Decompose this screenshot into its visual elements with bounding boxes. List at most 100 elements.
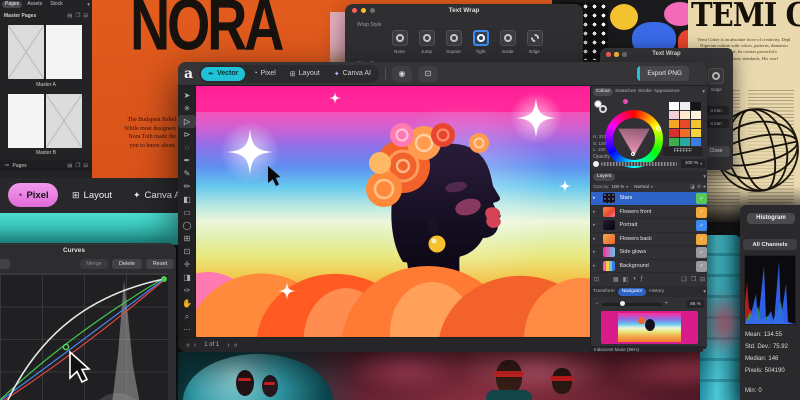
persona-pixel-active[interactable]: ◔ Pixel [8, 183, 58, 207]
last-page-icon[interactable]: » [234, 342, 238, 349]
swatch[interactable] [691, 120, 701, 128]
disclosure-icon[interactable]: ▸ [593, 209, 596, 215]
tab-colour[interactable]: Colour [593, 88, 613, 96]
tab-appearance[interactable]: Appearance [654, 89, 680, 94]
swatch[interactable] [691, 102, 701, 110]
opacity-value-dropdown[interactable]: 100 % ▾ [681, 159, 706, 168]
swatch[interactable] [680, 120, 690, 128]
layer-visibility-tag[interactable]: ✓ [696, 220, 707, 231]
tab-stock[interactable]: Stock [47, 1, 66, 8]
navigator-preview[interactable] [601, 311, 698, 344]
wrap-style-jump[interactable] [419, 30, 435, 46]
layer-visibility-tag[interactable]: ✓ [696, 207, 707, 218]
swatch[interactable] [680, 111, 690, 119]
layer-row-portrait[interactable]: ▸ Portrait ✓ [591, 219, 707, 233]
layers-title-chip[interactable]: Layers [593, 173, 615, 181]
lock-icon[interactable]: ⊘ [697, 184, 701, 190]
duplicate-icon[interactable]: ❐ [75, 163, 80, 169]
persona-pixel[interactable]: ◔ Pixel [247, 67, 281, 81]
disclosure-icon[interactable]: ▸ [593, 263, 596, 269]
tab-navigator[interactable]: Navigator [618, 288, 647, 296]
tab-history[interactable]: History [649, 289, 664, 294]
profile-button[interactable]: ◉ [392, 66, 412, 82]
layer-row-side-glows[interactable]: ▸ Side glows ✓ [591, 246, 707, 260]
mask-half-icon[interactable]: ◪ [690, 184, 695, 190]
frame-tool[interactable]: ⊡ [178, 245, 196, 258]
curve-node-handle[interactable] [63, 344, 68, 349]
layer-visibility-tag[interactable]: ✓ [696, 234, 707, 245]
ellipse-tool[interactable]: ◯ [178, 219, 196, 232]
contour-tool[interactable]: ⊳ [178, 128, 196, 141]
blend-mode-dropdown[interactable]: Normal [634, 184, 649, 189]
vector-brush-tool[interactable]: ✏ [178, 180, 196, 193]
fill-tool[interactable]: ◧ [178, 193, 196, 206]
export-png-button[interactable]: Export PNG [637, 66, 689, 81]
disclosure-icon[interactable]: ▸ [593, 222, 596, 228]
persona-canva-ai[interactable]: ✦ Canva AI [328, 67, 377, 81]
master-a-right-page[interactable] [46, 25, 82, 79]
prev-page-icon[interactable]: ‹ [194, 342, 196, 349]
zoom-value-chip[interactable]: 86 % [687, 300, 704, 308]
colour-wheel[interactable] [605, 110, 663, 168]
histogram-title-chip[interactable]: Histogram [747, 213, 795, 224]
swatch[interactable] [680, 129, 690, 137]
swatch[interactable] [669, 129, 679, 137]
mask-layer-icon[interactable]: ◧ [623, 276, 629, 283]
chevron-down-icon[interactable]: ▾ [87, 2, 90, 8]
next-page-icon[interactable]: › [227, 342, 229, 349]
trash-icon[interactable]: ⊟ [83, 13, 88, 19]
wrap-style-edge-tile[interactable] [708, 68, 724, 84]
group-layers-icon[interactable]: ❏ [681, 276, 686, 283]
stroke-indicator[interactable] [599, 105, 607, 113]
reset-button[interactable]: Reset [146, 259, 174, 269]
disclosure-icon[interactable]: ▸ [593, 195, 596, 201]
zoom-slider-track[interactable] [602, 303, 662, 306]
chevron-down-icon[interactable]: ▾ [626, 184, 628, 189]
node-tool[interactable]: ▷ [178, 115, 196, 128]
layer-row-background[interactable]: ▸ Background ✓ [591, 260, 707, 274]
chevron-down-icon[interactable]: ▾ [651, 184, 653, 189]
document-canvas[interactable] [196, 86, 590, 337]
pencil-tool[interactable]: ✎ [178, 167, 196, 180]
duplicate-icon[interactable]: ❐ [75, 13, 80, 19]
transform-tool[interactable]: ✛ [178, 258, 196, 271]
tab-swatches[interactable]: Swatches [615, 89, 636, 94]
layer-row-stars[interactable]: ▸ Stars ✓ [591, 192, 707, 206]
persona-layout[interactable]: ⊞ Layout [72, 183, 112, 207]
add-page-icon[interactable]: ▤ [67, 13, 72, 19]
persona-vector-active[interactable]: ✒ Vector [201, 67, 245, 81]
layer-opacity-value[interactable]: 100 % [612, 184, 625, 189]
move-tool[interactable]: ➤ [178, 89, 196, 102]
pen-tool[interactable]: ✒ [178, 154, 196, 167]
wrap-style-square[interactable] [446, 30, 462, 46]
visibility-icon[interactable]: ● [703, 184, 706, 190]
tab-assets[interactable]: Assets [24, 1, 45, 8]
zoom-in-icon[interactable]: + [665, 301, 669, 307]
swatch[interactable] [691, 111, 701, 119]
trash-icon[interactable]: ⊟ [83, 163, 88, 169]
channel-dropdown[interactable]: All Channels [743, 239, 797, 250]
corner-tool[interactable]: ◌ [178, 141, 196, 154]
gradient-tool[interactable]: ◨ [178, 271, 196, 284]
layer-visibility-tag[interactable]: ✓ [696, 247, 707, 258]
curves-graph[interactable] [0, 273, 168, 400]
swatch[interactable] [680, 102, 690, 110]
eyedropper-tool[interactable]: ✑ [178, 284, 196, 297]
layer-effects-icon[interactable]: ƒ [640, 276, 643, 282]
add-page-icon[interactable]: ▤ [67, 163, 72, 169]
wrap-style-edge[interactable] [527, 30, 543, 46]
swatch[interactable] [691, 138, 701, 146]
adjustment-layer-icon[interactable]: ◑ [632, 276, 636, 282]
merge-button[interactable]: Merge [80, 259, 108, 269]
layer-visibility-tag[interactable]: ✓ [696, 193, 707, 204]
persona-layout[interactable]: ⊞ Layout [284, 67, 326, 81]
edit-all-layers-icon[interactable]: ⊡ [594, 276, 599, 283]
more-tools-button[interactable]: ⋯ [178, 323, 196, 336]
swatch[interactable] [669, 102, 679, 110]
affinity-logo[interactable]: a [184, 62, 193, 86]
list-icon[interactable]: ≔ [4, 163, 10, 169]
persona-canva-ai[interactable]: ✦ Canva AI [133, 183, 178, 207]
swatch[interactable] [680, 138, 690, 146]
chevron-down-icon[interactable]: ▾ [703, 174, 706, 180]
disclosure-icon[interactable]: ▸ [593, 236, 596, 242]
